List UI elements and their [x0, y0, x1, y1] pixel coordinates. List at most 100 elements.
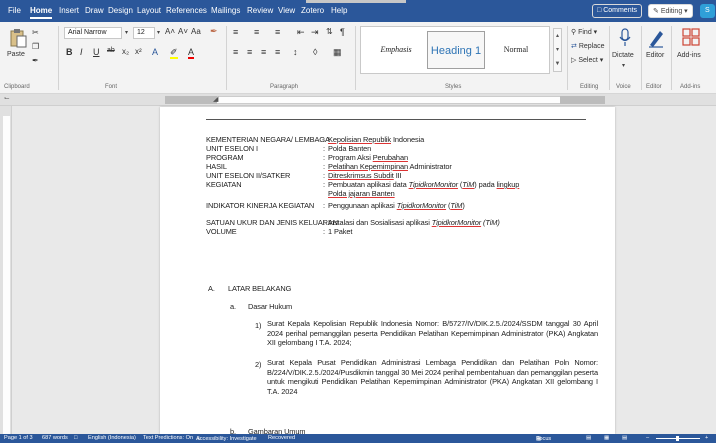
shading-icon[interactable]: ◊ [313, 47, 317, 57]
field-value-part: Polda jajaran Banten [328, 189, 395, 198]
editing-mode-label: Editing [660, 8, 683, 15]
addins-button[interactable]: Add-ins [673, 26, 711, 74]
web-layout-icon[interactable]: ▤ [622, 435, 627, 441]
ruler-track [3, 116, 10, 434]
tab-draw[interactable]: Draw [85, 6, 104, 15]
comments-button[interactable]: □ Comments [592, 4, 643, 18]
dictate-button[interactable]: Dictate ▾ [611, 26, 639, 74]
field-value: Program Aksi Perubahan [328, 153, 408, 162]
style-emphasis[interactable]: Emphasis [367, 31, 425, 69]
tab-home[interactable]: Home [30, 6, 53, 19]
subscript-button[interactable]: x₂ [122, 47, 129, 56]
sort-icon[interactable]: ⇅ [326, 27, 333, 36]
show-marks-button[interactable]: ¶ [340, 27, 345, 37]
decrease-indent-icon[interactable]: ⇤ [297, 27, 305, 38]
styles-scroll[interactable]: ▴ ▾ ▼ [553, 28, 562, 72]
align-center-icon[interactable]: ≡ [247, 47, 252, 57]
tab-zotero[interactable]: Zotero [301, 6, 324, 15]
font-name-box[interactable]: Arial Narrow [64, 27, 122, 39]
read-mode-icon[interactable]: ▤ [586, 435, 591, 441]
shrink-font-button[interactable]: A˅ [178, 27, 188, 36]
paste-label: Paste [7, 51, 25, 58]
justify-icon[interactable]: ≡ [275, 47, 280, 57]
zoom-slider-thumb[interactable] [676, 436, 679, 441]
underline-button[interactable]: U [93, 47, 100, 57]
bullets-icon[interactable]: ≡ [233, 27, 238, 37]
tab-references[interactable]: References [166, 6, 207, 15]
tab-selector-icon[interactable]: ⌙ [4, 94, 10, 102]
editing-mode-button[interactable]: ✎ Editing ▾ [648, 4, 693, 18]
strikethrough-button[interactable]: ab [107, 47, 115, 54]
zoom-out-button[interactable]: – [646, 435, 649, 441]
find-button[interactable]: ⚲ Find ▾ [571, 28, 597, 36]
word-count[interactable]: 687 words [42, 435, 68, 441]
tab-help[interactable]: Help [331, 6, 347, 15]
clear-formatting-icon[interactable]: ✒ [210, 26, 218, 37]
clipboard-group-label: Clipboard [4, 84, 30, 90]
focus-label: Focus [536, 436, 552, 442]
field-value-part: ) pada [474, 180, 497, 189]
tab-file[interactable]: File [8, 6, 21, 15]
paste-button[interactable]: Paste [6, 28, 30, 68]
font-size-value: 12 [137, 29, 145, 36]
tab-view[interactable]: View [278, 6, 295, 15]
tab-review[interactable]: Review [247, 6, 273, 15]
highlight-icon[interactable]: ✐ [170, 47, 178, 59]
borders-icon[interactable]: ▦ [333, 47, 342, 58]
chevron-down-icon[interactable]: ▾ [157, 29, 160, 36]
line-spacing-icon[interactable]: ↕ [293, 47, 298, 57]
chevron-down-icon: ▾ [622, 63, 626, 69]
section-letter: A. [208, 284, 215, 293]
search-icon: ⚲ [571, 29, 577, 36]
font-size-box[interactable]: 12 [133, 27, 155, 39]
field-value-part: Perubahan [372, 153, 408, 162]
voice-group-label: Voice [616, 84, 631, 90]
proofing-icon[interactable]: □ [74, 435, 77, 441]
text-predictions-status[interactable]: Text Predictions: On [143, 435, 193, 441]
increase-indent-icon[interactable]: ⇥ [311, 27, 319, 38]
replace-button[interactable]: ⇄ Replace [571, 42, 605, 50]
multilevel-list-icon[interactable]: ≡ [275, 27, 280, 37]
document-page[interactable]: KEMENTERIAN NEGARA/ LEMBAGA: Kepolisian R… [160, 107, 615, 434]
field-label: UNIT ESELON II/SATKER [206, 171, 291, 180]
tab-insert[interactable]: Insert [59, 6, 79, 15]
list-number: 1) [255, 321, 262, 330]
page-count[interactable]: Page 1 of 3 [4, 435, 33, 441]
tab-mailings[interactable]: Mailings [211, 6, 240, 15]
editor-button[interactable]: Editor [643, 26, 669, 74]
field-colon: : [323, 201, 325, 210]
font-color-icon[interactable]: A [188, 47, 195, 59]
microphone-icon [619, 28, 631, 46]
vertical-ruler[interactable] [0, 106, 12, 434]
italic-button[interactable]: I [80, 47, 83, 57]
format-painter-icon[interactable]: ✒ [32, 56, 39, 65]
field-value-part: Pembuatan aplikasi data [328, 180, 409, 189]
tab-layout[interactable]: Layout [137, 6, 161, 15]
numbering-icon[interactable]: ≡ [254, 27, 259, 37]
zoom-in-button[interactable]: + [705, 435, 708, 441]
bold-button[interactable]: B [66, 47, 73, 57]
align-left-icon[interactable]: ≡ [233, 47, 238, 57]
field-value-part: Polda Banten [328, 144, 372, 153]
horizontal-ruler[interactable]: ◢ ⌙ [0, 94, 716, 106]
style-normal[interactable]: Normal [487, 31, 545, 69]
chevron-down-icon[interactable]: ▾ [125, 29, 128, 36]
style-heading-1[interactable]: Heading 1 [427, 31, 485, 69]
text-effects-icon[interactable]: A [152, 47, 158, 57]
list-number: 2) [255, 360, 262, 369]
addins-label: Add-ins [677, 52, 701, 59]
field-value: Kepolisian Republik Indonesia [328, 135, 424, 144]
tab-design[interactable]: Design [108, 6, 133, 15]
cut-icon[interactable]: ✂ [32, 28, 39, 37]
copy-icon[interactable]: ❐ [32, 42, 39, 51]
indent-marker-icon[interactable]: ◢ [213, 95, 218, 103]
language-status[interactable]: English (Indonesia) [88, 435, 136, 441]
ruler-track [165, 96, 605, 104]
select-button[interactable]: ▷ Select ▾ [571, 56, 603, 64]
grow-font-button[interactable]: A˄ [165, 27, 175, 36]
print-layout-icon[interactable]: ▦ [604, 435, 609, 441]
align-right-icon[interactable]: ≡ [261, 47, 266, 57]
share-button[interactable]: S [700, 4, 715, 18]
change-case-button[interactable]: Aa [191, 27, 201, 36]
superscript-button[interactable]: x² [135, 47, 142, 56]
